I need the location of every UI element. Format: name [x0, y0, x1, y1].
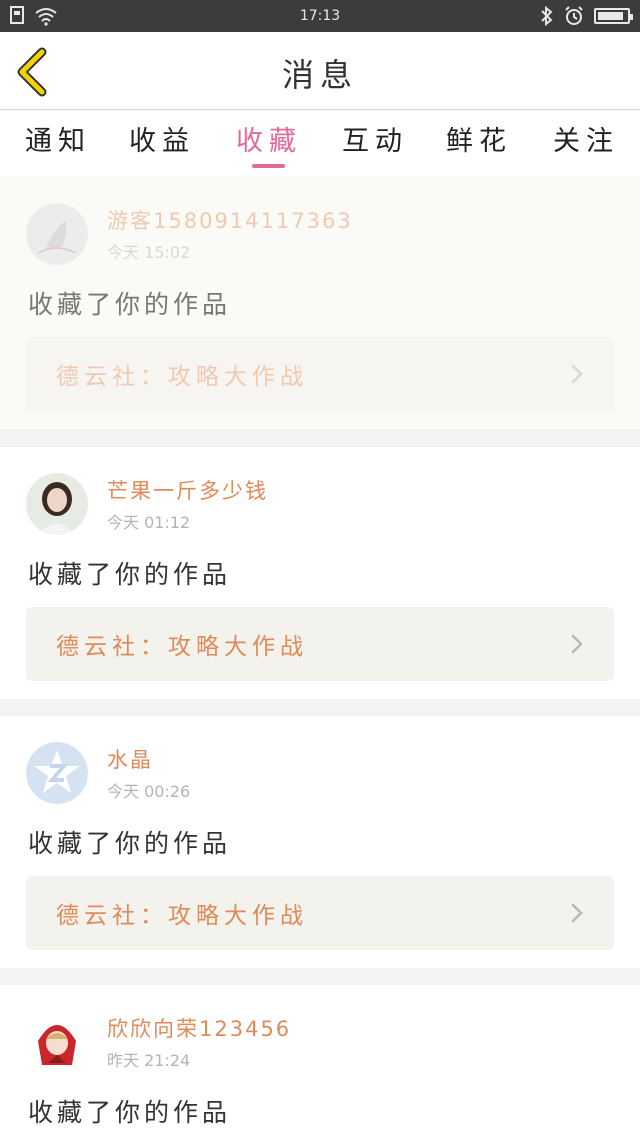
tab-following[interactable]: 关注 [536, 119, 636, 158]
work-link[interactable]: 德云社：攻略大作战 [26, 337, 614, 411]
tab-flowers[interactable]: 鲜花 [429, 119, 529, 158]
chevron-right-icon [571, 634, 583, 654]
message-card[interactable]: 芒果一斤多少钱 今天 01:12 收藏了你的作品 德云社：攻略大作战 [0, 447, 640, 699]
message-card[interactable]: 欣欣向荣123456 昨天 21:24 收藏了你的作品 [0, 985, 640, 1138]
work-link[interactable]: 德云社：攻略大作战 [26, 876, 614, 950]
avatar[interactable] [26, 742, 88, 804]
action-text: 收藏了你的作品 [28, 560, 232, 589]
work-title: 德云社：攻略大作战 [56, 634, 308, 660]
chevron-right-icon [571, 903, 583, 923]
header: 消息 [0, 32, 640, 110]
battery-icon [594, 8, 633, 24]
message-card[interactable]: 游客1580914117363 今天 15:02 收藏了你的作品 德云社：攻略大… [0, 177, 640, 429]
work-title: 德云社：攻略大作战 [56, 364, 308, 390]
action-text: 收藏了你的作品 [28, 829, 232, 858]
active-tab-indicator [252, 164, 285, 168]
alarm-icon [565, 6, 583, 25]
timestamp: 今天 00:26 [107, 782, 191, 801]
bluetooth-icon [541, 6, 553, 26]
username[interactable]: 游客1580914117363 [107, 205, 353, 235]
work-link[interactable]: 德云社：攻略大作战 [26, 607, 614, 681]
tab-earnings[interactable]: 收益 [112, 119, 212, 158]
timestamp: 昨天 21:24 [107, 1051, 191, 1070]
tab-favorites[interactable]: 收藏 [219, 119, 319, 158]
action-text: 收藏了你的作品 [28, 1098, 232, 1127]
avatar[interactable] [26, 473, 88, 535]
timestamp: 今天 15:02 [107, 243, 191, 262]
username[interactable]: 芒果一斤多少钱 [107, 475, 268, 505]
chevron-right-icon [571, 364, 583, 384]
work-title: 德云社：攻略大作战 [56, 903, 308, 929]
message-card[interactable]: 水晶 今天 00:26 收藏了你的作品 德云社：攻略大作战 [0, 716, 640, 968]
battery-fill [598, 12, 623, 20]
timestamp: 今天 01:12 [107, 513, 191, 532]
tab-notifications[interactable]: 通知 [8, 119, 108, 158]
avatar[interactable] [26, 203, 88, 265]
action-text: 收藏了你的作品 [28, 290, 232, 319]
status-right [540, 6, 633, 26]
tab-interactions[interactable]: 互动 [325, 119, 425, 158]
avatar[interactable] [26, 1011, 88, 1073]
page-title: 消息 [281, 56, 358, 94]
username[interactable]: 欣欣向荣123456 [107, 1013, 291, 1043]
username[interactable]: 水晶 [107, 744, 153, 774]
tab-bar: 通知 收益 收藏 互动 鲜花 关注 [0, 111, 640, 177]
status-bar: 17:13 [0, 0, 640, 32]
